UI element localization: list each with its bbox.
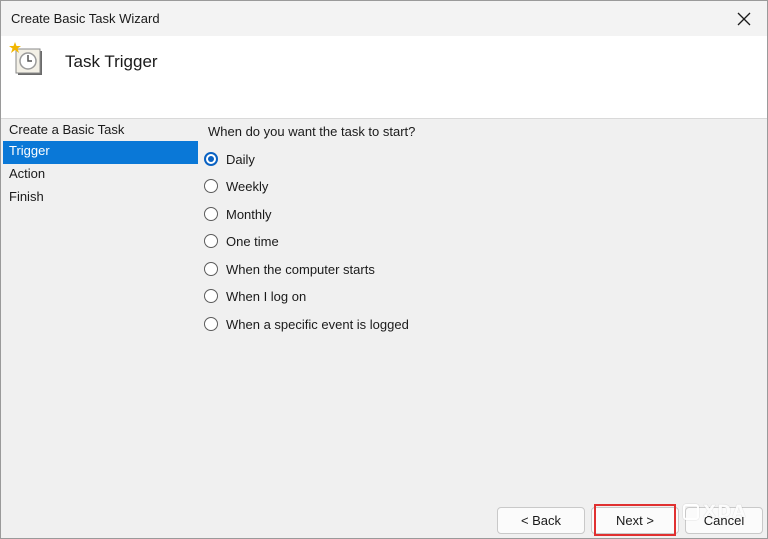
- watermark-text: XDA: [703, 502, 747, 522]
- step-create-basic-task: Create a Basic Task: [9, 122, 125, 137]
- xda-logo-icon: [683, 504, 699, 520]
- step-finish: Finish: [9, 189, 44, 204]
- next-button[interactable]: Next >: [591, 507, 679, 534]
- radio-one-time[interactable]: [204, 234, 218, 248]
- option-computer-starts-label: When the computer starts: [226, 261, 375, 277]
- option-daily-label: Daily: [226, 151, 255, 167]
- step-trigger: Trigger: [3, 141, 198, 164]
- close-button[interactable]: [721, 1, 767, 36]
- wizard-window: Create Basic Task Wizard Task Trigger Cr…: [0, 0, 768, 539]
- radio-computer-starts[interactable]: [204, 262, 218, 276]
- option-monthly[interactable]: Monthly: [204, 204, 272, 224]
- radio-monthly[interactable]: [204, 207, 218, 221]
- xda-watermark: XDA: [683, 501, 755, 523]
- option-event-logged-label: When a specific event is logged: [226, 316, 409, 332]
- option-weekly-label: Weekly: [226, 178, 269, 194]
- trigger-question: When do you want the task to start?: [208, 124, 416, 139]
- option-one-time[interactable]: One time: [204, 231, 279, 251]
- option-monthly-label: Monthly: [226, 206, 272, 222]
- step-action: Action: [9, 166, 46, 181]
- option-event-logged[interactable]: When a specific event is logged: [204, 314, 409, 334]
- option-computer-starts[interactable]: When the computer starts: [204, 259, 375, 279]
- option-log-on-label: When I log on: [226, 288, 307, 304]
- option-weekly[interactable]: Weekly: [204, 176, 268, 196]
- option-daily[interactable]: Daily: [204, 149, 255, 169]
- back-button[interactable]: < Back: [497, 507, 585, 534]
- window-title: Create Basic Task Wizard: [11, 11, 160, 26]
- option-log-on[interactable]: When I log on: [204, 286, 306, 306]
- radio-log-on[interactable]: [204, 289, 218, 303]
- close-icon: [737, 12, 751, 25]
- step-list: Create a Basic Task Trigger Action Finis…: [3, 118, 198, 210]
- radio-daily[interactable]: [204, 152, 218, 166]
- title-bar: Create Basic Task Wizard: [1, 1, 767, 36]
- radio-weekly[interactable]: [204, 179, 218, 193]
- wizard-header: Task Trigger: [1, 36, 767, 118]
- option-one-time-label: One time: [226, 233, 279, 249]
- radio-event-logged[interactable]: [204, 317, 218, 331]
- task-clock-icon: [9, 42, 42, 75]
- page-title: Task Trigger: [65, 52, 158, 71]
